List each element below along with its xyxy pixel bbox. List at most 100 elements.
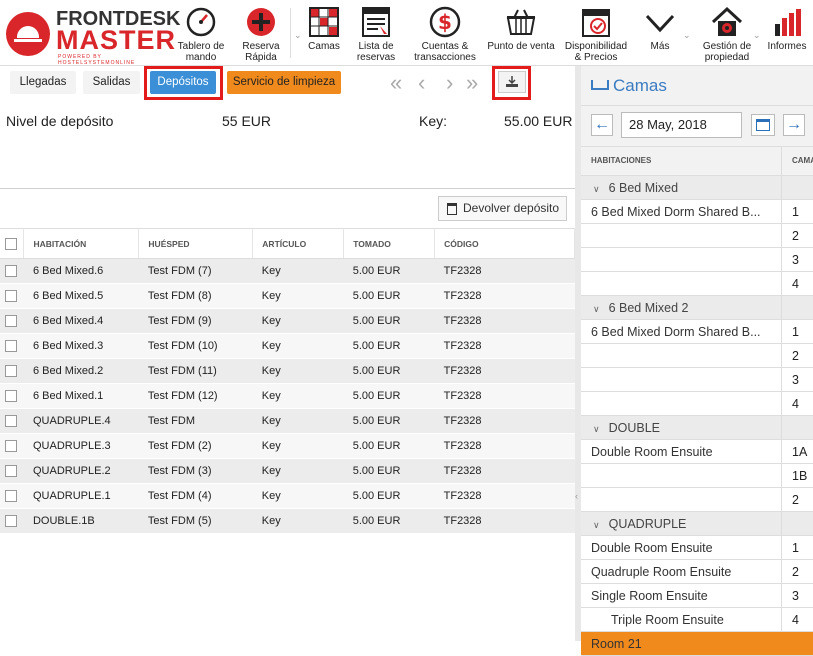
download-button[interactable] [498, 71, 526, 93]
first-page-icon[interactable]: « [390, 70, 406, 96]
chevron-down-icon[interactable]: ⌄ [753, 30, 761, 41]
bed-row[interactable]: 4 [581, 392, 813, 416]
tab-arrivals[interactable]: Llegadas [10, 71, 76, 94]
toolbar-more[interactable]: Más [638, 6, 682, 52]
table-row[interactable]: 6 Bed Mixed.3 Test FDM (10) Key 5.00 EUR TF2… [0, 333, 575, 359]
chevron-down-icon[interactable]: ⌄ [683, 30, 691, 41]
table-row[interactable]: QUADRUPLE.2 Test FDM (3) Key 5.00 EUR TF2328 [0, 458, 575, 484]
table-row[interactable]: 6 Bed Mixed.4 Test FDM (9) Key 5.00 EUR TF23… [0, 308, 575, 334]
chevron-down-icon[interactable]: ∨ [593, 297, 600, 319]
room-name-cell: Double Room Ensuite [581, 440, 781, 463]
bed-row[interactable]: 2 [581, 224, 813, 248]
header-taken[interactable]: TOMADO [343, 228, 436, 259]
toolbar-accounts[interactable]: $ Cuentas & transacciones [412, 6, 478, 63]
table-row[interactable]: 6 Bed Mixed.5 Test FDM (8) Key 5.00 EUR TF23… [0, 283, 575, 309]
row-checkbox-cell[interactable] [0, 308, 24, 334]
table-row[interactable]: 6 Bed Mixed.6 Test FDM (7) Key 5.00 EUR TF23… [0, 258, 575, 284]
row-checkbox[interactable] [5, 315, 17, 328]
toolbar-beds[interactable]: Camas [304, 6, 344, 52]
next-page-icon[interactable]: › [446, 70, 457, 96]
row-checkbox[interactable] [5, 490, 17, 503]
row-checkbox-cell[interactable] [0, 258, 24, 284]
prev-page-icon[interactable]: ‹ [418, 70, 429, 96]
select-all-header[interactable] [0, 228, 25, 259]
row-checkbox-cell[interactable] [0, 508, 24, 534]
bed-row[interactable]: 4 [581, 272, 813, 296]
row-checkbox[interactable] [5, 440, 17, 453]
room-name-cell [581, 248, 781, 271]
row-checkbox[interactable] [5, 290, 17, 303]
bed-row[interactable]: Room 21 [581, 632, 813, 656]
prev-date-button[interactable]: ← [591, 114, 613, 136]
toolbar-availability[interactable]: Disponibilidad & Precios [562, 6, 630, 63]
row-checkbox-cell[interactable] [0, 458, 24, 484]
row-checkbox[interactable] [5, 365, 17, 378]
cell-guest: Test FDM (10) [138, 333, 253, 359]
table-row[interactable]: 6 Bed Mixed.1 Test FDM (12) Key 5.00 EUR TF2… [0, 383, 575, 409]
return-deposit-button[interactable]: Devolver depósito [438, 196, 567, 221]
row-checkbox-cell[interactable] [0, 358, 24, 384]
row-checkbox-cell[interactable] [0, 383, 24, 409]
row-checkbox[interactable] [5, 515, 17, 528]
bed-row[interactable]: Single Room Ensuite 3 [581, 584, 813, 608]
row-checkbox-cell[interactable] [0, 483, 24, 509]
frontdesk-master-logo[interactable]: FRONTDESK MASTER POWERED BY HOSTELSYSTEM… [4, 8, 180, 66]
header-code[interactable]: CÓDIGO [434, 228, 575, 259]
row-checkbox[interactable] [5, 340, 17, 353]
header-item[interactable]: ARTÍCULO [252, 228, 345, 259]
calendar-button[interactable] [751, 114, 775, 136]
row-checkbox-cell[interactable] [0, 433, 24, 459]
bed-row[interactable]: 6 Bed Mixed Dorm Shared B... 1 [581, 320, 813, 344]
row-checkbox[interactable] [5, 415, 17, 428]
cell-code: TF2328 [434, 333, 575, 359]
bed-row[interactable]: 2 [581, 488, 813, 512]
tab-housekeeping[interactable]: Servicio de limpieza [227, 71, 341, 94]
room-group-row[interactable]: ∨ 6 Bed Mixed [581, 176, 813, 200]
table-row[interactable]: QUADRUPLE.3 Test FDM (2) Key 5.00 EUR TF2328 [0, 433, 575, 459]
cell-room: 6 Bed Mixed.4 [23, 308, 139, 334]
row-checkbox-cell[interactable] [0, 333, 24, 359]
table-row[interactable]: QUADRUPLE.1 Test FDM (4) Key 5.00 EUR TF2328 [0, 483, 575, 509]
chevron-down-icon[interactable]: ⌄ [294, 30, 302, 41]
select-all-checkbox[interactable] [5, 237, 17, 250]
date-input[interactable]: 28 May, 2018 [621, 112, 742, 138]
room-group-row[interactable]: ∨ DOUBLE [581, 416, 813, 440]
row-checkbox-cell[interactable] [0, 408, 24, 434]
toolbar-point-of-sale[interactable]: Punto de venta [484, 6, 558, 52]
row-checkbox[interactable] [5, 265, 17, 278]
table-row[interactable]: DOUBLE.1B Test FDM (5) Key 5.00 EUR TF2328 [0, 508, 575, 534]
toolbar-reservation-list[interactable]: Lista de reservas [352, 6, 400, 63]
row-checkbox[interactable] [5, 465, 17, 478]
row-checkbox-cell[interactable] [0, 283, 24, 309]
row-checkbox[interactable] [5, 390, 17, 403]
chevron-down-icon[interactable]: ∨ [593, 417, 600, 439]
chevron-down-icon[interactable]: ∨ [593, 513, 600, 535]
bed-row[interactable]: 3 [581, 368, 813, 392]
header-room[interactable]: HABITACIÓN [23, 228, 140, 259]
tab-departures[interactable]: Salidas [83, 71, 140, 94]
bed-row[interactable]: 1B [581, 464, 813, 488]
table-row[interactable]: QUADRUPLE.4 Test FDM Key 5.00 EUR TF2328 [0, 408, 575, 434]
bed-row[interactable]: 6 Bed Mixed Dorm Shared B... 1 [581, 200, 813, 224]
next-date-button[interactable]: → [783, 114, 805, 136]
room-group-row[interactable]: ∨ QUADRUPLE [581, 512, 813, 536]
tab-deposits[interactable]: Depósitos [150, 71, 216, 94]
bed-row[interactable]: 3 [581, 248, 813, 272]
header-guest[interactable]: HUÉSPED [138, 228, 254, 259]
plus-circle-icon [247, 8, 275, 36]
toolbar-reports[interactable]: Informes [764, 6, 810, 52]
toolbar-quick-booking[interactable]: Reserva Rápida [236, 6, 286, 63]
toolbar-property-management[interactable]: Gestión de propiedad [696, 6, 758, 63]
room-group-row[interactable]: ∨ 6 Bed Mixed 2 [581, 296, 813, 320]
last-page-icon[interactable]: » [466, 70, 482, 96]
bed-row[interactable]: 2 [581, 344, 813, 368]
table-row[interactable]: 6 Bed Mixed.2 Test FDM (11) Key 5.00 EUR TF2… [0, 358, 575, 384]
chevron-down-icon[interactable]: ∨ [593, 177, 600, 199]
collapse-arrow-icon[interactable]: ‹ [575, 491, 578, 501]
toolbar-dashboard[interactable]: Tablero de mando [174, 6, 228, 63]
bed-row[interactable]: Double Room Ensuite 1A [581, 440, 813, 464]
bed-row[interactable]: Quadruple Room Ensuite 2 [581, 560, 813, 584]
bed-row[interactable]: Triple Room Ensuite 4 [581, 608, 813, 632]
bed-row[interactable]: Double Room Ensuite 1 [581, 536, 813, 560]
room-name-cell: ∨ DOUBLE [581, 416, 781, 439]
